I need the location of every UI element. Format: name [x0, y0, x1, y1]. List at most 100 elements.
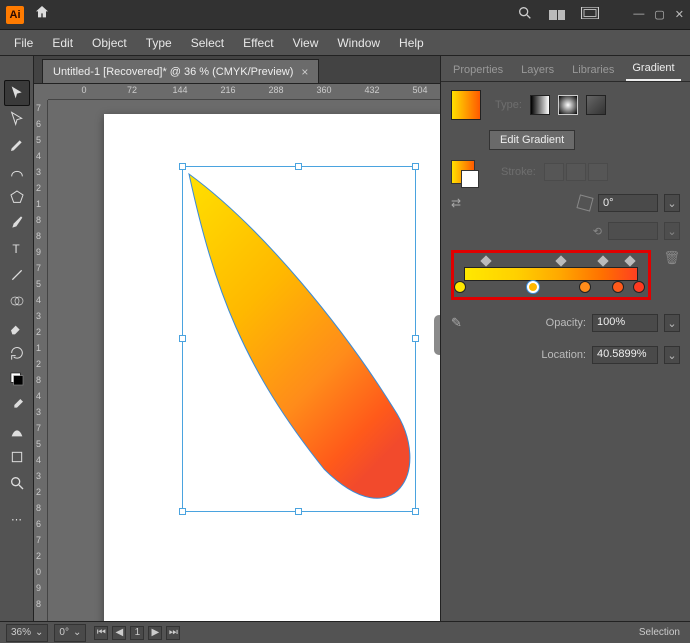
gradient-stop[interactable]	[454, 281, 466, 293]
location-dropdown-icon[interactable]: ⌄	[664, 346, 680, 364]
window-maximize-icon[interactable]: ▢	[654, 8, 664, 21]
curvature-tool[interactable]	[4, 158, 30, 184]
tab-libraries[interactable]: Libraries	[566, 59, 620, 81]
titlebar: Ai — ▢ ✕	[0, 0, 690, 30]
reverse-gradient-icon[interactable]: ⇄	[451, 196, 461, 210]
rotate-view-dropdown[interactable]: 0°⌄	[54, 624, 86, 642]
home-icon[interactable]	[34, 4, 50, 25]
vertical-scrollbar[interactable]	[434, 315, 440, 355]
stroke-label: Stroke:	[501, 166, 536, 178]
opacity-label: Opacity:	[546, 317, 586, 329]
aspect-ratio-dropdown-icon: ⌄	[664, 222, 680, 240]
aspect-ratio-input	[608, 222, 658, 240]
angle-dropdown-icon[interactable]: ⌄	[664, 194, 680, 212]
tab-layers[interactable]: Layers	[515, 59, 560, 81]
artboard[interactable]	[104, 114, 440, 621]
bounding-box[interactable]	[182, 166, 416, 512]
location-label: Location:	[541, 349, 586, 361]
selection-tool[interactable]	[4, 80, 30, 106]
aspect-ratio-icon: ⟲	[593, 225, 602, 238]
edit-gradient-button[interactable]: Edit Gradient	[489, 130, 575, 150]
document-tab-title: Untitled-1 [Recovered]* @ 36 % (CMYK/Pre…	[53, 66, 293, 78]
workspace-switcher-icon[interactable]	[581, 7, 599, 22]
svg-text:T: T	[12, 242, 20, 256]
menu-object[interactable]: Object	[84, 32, 135, 54]
opacity-input[interactable]: 100%	[592, 314, 658, 332]
color-picker-eyedropper-icon[interactable]: ✎	[451, 315, 462, 331]
gradient-stop[interactable]	[612, 281, 624, 293]
rectangle-tool[interactable]	[4, 184, 30, 210]
eraser-tool[interactable]	[4, 314, 30, 340]
menu-edit[interactable]: Edit	[44, 32, 81, 54]
gradient-type-radial-icon[interactable]	[558, 95, 578, 115]
gradient-slider-highlight	[451, 250, 651, 300]
close-tab-icon[interactable]: ×	[301, 65, 308, 79]
type-tool[interactable]: T	[4, 236, 30, 262]
shape-builder-tool[interactable]	[4, 288, 30, 314]
status-tool-label: Selection	[639, 627, 690, 638]
menu-view[interactable]: View	[285, 32, 327, 54]
gradient-slider[interactable]	[458, 261, 644, 287]
right-panel: Properties Layers Libraries Gradient ≡ T…	[440, 56, 690, 621]
canvas[interactable]: 072144216288360432504576 765432188975432…	[34, 84, 440, 621]
artboard-nav: ⏮ ◀ 1 ▶ ⏭	[94, 626, 180, 640]
zoom-level-dropdown[interactable]: 36%⌄	[6, 624, 48, 642]
menubar: File Edit Object Type Select Effect View…	[0, 30, 690, 56]
menu-window[interactable]: Window	[329, 32, 388, 54]
artboard-tool[interactable]	[4, 444, 30, 470]
gradient-midpoint[interactable]	[624, 255, 635, 266]
fill-stroke-swatch[interactable]	[4, 366, 30, 392]
menu-help[interactable]: Help	[391, 32, 432, 54]
prev-artboard-icon[interactable]: ◀	[112, 626, 126, 640]
last-artboard-icon[interactable]: ⏭	[166, 626, 180, 640]
eyedropper-tool[interactable]	[4, 392, 30, 418]
zoom-tool[interactable]	[4, 470, 30, 496]
stroke-swap-swatch[interactable]	[451, 160, 475, 184]
stroke-along-icon	[566, 163, 586, 181]
chevron-down-icon: ⌄	[35, 627, 43, 638]
gradient-stop[interactable]	[579, 281, 591, 293]
angle-icon	[576, 194, 593, 211]
tab-properties[interactable]: Properties	[447, 59, 509, 81]
gradient-type-linear-icon[interactable]	[530, 95, 550, 115]
gradient-type-freeform-icon[interactable]	[586, 95, 606, 115]
gradient-stop[interactable]	[527, 281, 539, 293]
opacity-dropdown-icon[interactable]: ⌄	[664, 314, 680, 332]
ruler-vertical: 76543218897543212843754328672098	[34, 100, 48, 621]
location-input[interactable]: 40.5899%	[592, 346, 658, 364]
next-artboard-icon[interactable]: ▶	[148, 626, 162, 640]
menu-type[interactable]: Type	[138, 32, 180, 54]
rotate-tool[interactable]	[4, 340, 30, 366]
menu-effect[interactable]: Effect	[235, 32, 281, 54]
document-tabs: Untitled-1 [Recovered]* @ 36 % (CMYK/Pre…	[34, 56, 440, 84]
artboard-number[interactable]: 1	[130, 626, 144, 640]
gradient-bar[interactable]	[464, 267, 638, 281]
gradient-midpoint[interactable]	[555, 255, 566, 266]
menu-file[interactable]: File	[6, 32, 41, 54]
delete-stop-icon[interactable]: 🗑	[663, 250, 680, 266]
chevron-down-icon: ⌄	[73, 627, 81, 638]
line-segment-tool[interactable]	[4, 262, 30, 288]
angle-input[interactable]: 0°	[598, 194, 658, 212]
gradient-midpoint[interactable]	[480, 255, 491, 266]
arrange-documents-icon[interactable]	[549, 10, 565, 20]
first-artboard-icon[interactable]: ⏮	[94, 626, 108, 640]
gradient-stop[interactable]	[633, 281, 645, 293]
gradient-fill-swatch[interactable]	[451, 90, 481, 120]
search-icon[interactable]	[517, 5, 533, 24]
menu-select[interactable]: Select	[183, 32, 232, 54]
ruler-horizontal: 072144216288360432504576	[48, 84, 440, 100]
gradient-tool[interactable]	[4, 418, 30, 444]
tab-gradient[interactable]: Gradient	[626, 57, 680, 81]
gradient-midpoint[interactable]	[598, 255, 609, 266]
document-tab[interactable]: Untitled-1 [Recovered]* @ 36 % (CMYK/Pre…	[42, 59, 319, 83]
window-close-icon[interactable]: ✕	[675, 8, 684, 21]
statusbar: 36%⌄ 0°⌄ ⏮ ◀ 1 ▶ ⏭ Selection	[0, 621, 690, 643]
pen-tool[interactable]	[4, 132, 30, 158]
paintbrush-tool[interactable]	[4, 210, 30, 236]
edit-toolbar-icon[interactable]: ⋯	[4, 506, 30, 532]
window-minimize-icon[interactable]: —	[633, 8, 644, 21]
direct-selection-tool[interactable]	[4, 106, 30, 132]
stroke-inside-icon	[544, 163, 564, 181]
panel-menu-icon[interactable]: ≡	[687, 57, 690, 81]
